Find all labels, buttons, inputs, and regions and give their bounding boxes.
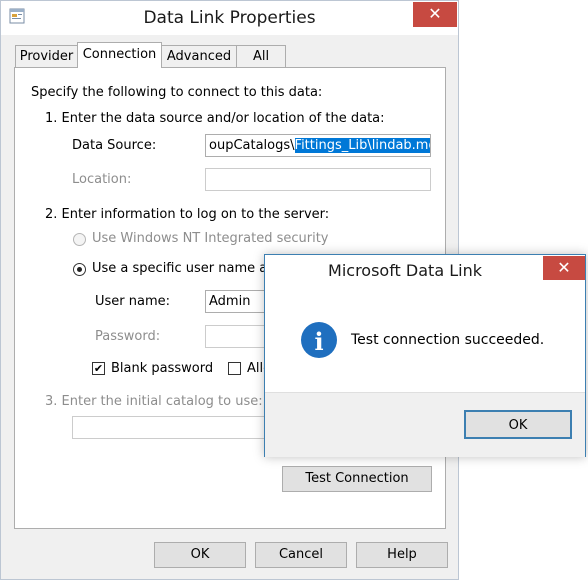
- blank-password-label: Blank password: [111, 361, 214, 376]
- ok-button[interactable]: OK: [154, 542, 246, 568]
- step1-heading: 1. Enter the data source and/or location…: [45, 111, 385, 126]
- checkmark-icon: ✔: [93, 362, 104, 375]
- blank-password-checkbox[interactable]: ✔: [92, 362, 105, 375]
- radio-specific-user-label: Use a specific user name and: [92, 261, 284, 276]
- step3-heading: 3. Enter the initial catalog to use:: [45, 394, 263, 409]
- radio-specific-user[interactable]: [73, 263, 86, 276]
- data-source-label: Data Source:: [72, 138, 157, 153]
- close-icon: ✕: [428, 4, 442, 23]
- password-label: Password:: [95, 329, 161, 344]
- allow-saving-checkbox[interactable]: [228, 362, 241, 375]
- catalog-input[interactable]: [72, 416, 272, 439]
- message-box-ok-button[interactable]: OK: [464, 410, 572, 439]
- step2-heading: 2. Enter information to log on to the se…: [45, 207, 330, 222]
- tab-all[interactable]: All: [236, 45, 286, 67]
- test-connection-button[interactable]: Test Connection: [282, 466, 432, 492]
- message-box-title: Microsoft Data Link: [328, 261, 482, 280]
- help-button[interactable]: Help: [356, 542, 448, 568]
- location-input[interactable]: [205, 168, 431, 191]
- radio-nt-security[interactable]: [73, 233, 86, 246]
- info-icon: i: [301, 322, 337, 358]
- message-text: Test connection succeeded.: [351, 332, 545, 348]
- close-icon: ✕: [557, 258, 571, 277]
- location-label: Location:: [72, 172, 132, 187]
- cancel-button[interactable]: Cancel: [255, 542, 347, 568]
- dialog-title: Data Link Properties: [143, 8, 316, 28]
- intro-text: Specify the following to connect to this…: [31, 85, 323, 100]
- data-source-text: oupCatalogs\Fittings_Lib\lindab.mdb: [209, 138, 430, 153]
- message-box-close-button[interactable]: ✕: [543, 256, 585, 280]
- tab-connection[interactable]: Connection: [77, 42, 162, 68]
- username-label: User name:: [95, 294, 171, 309]
- data-source-selection: Fittings_Lib\lindab.mdb: [294, 138, 430, 153]
- tab-advanced[interactable]: Advanced: [161, 45, 237, 67]
- tab-provider[interactable]: Provider: [15, 45, 78, 67]
- message-box: Microsoft Data Link ✕ i Test connection …: [264, 254, 586, 457]
- close-button[interactable]: ✕: [413, 2, 457, 27]
- radio-nt-security-label: Use Windows NT Integrated security: [92, 231, 329, 246]
- data-source-input[interactable]: oupCatalogs\Fittings_Lib\lindab.mdb: [205, 134, 431, 157]
